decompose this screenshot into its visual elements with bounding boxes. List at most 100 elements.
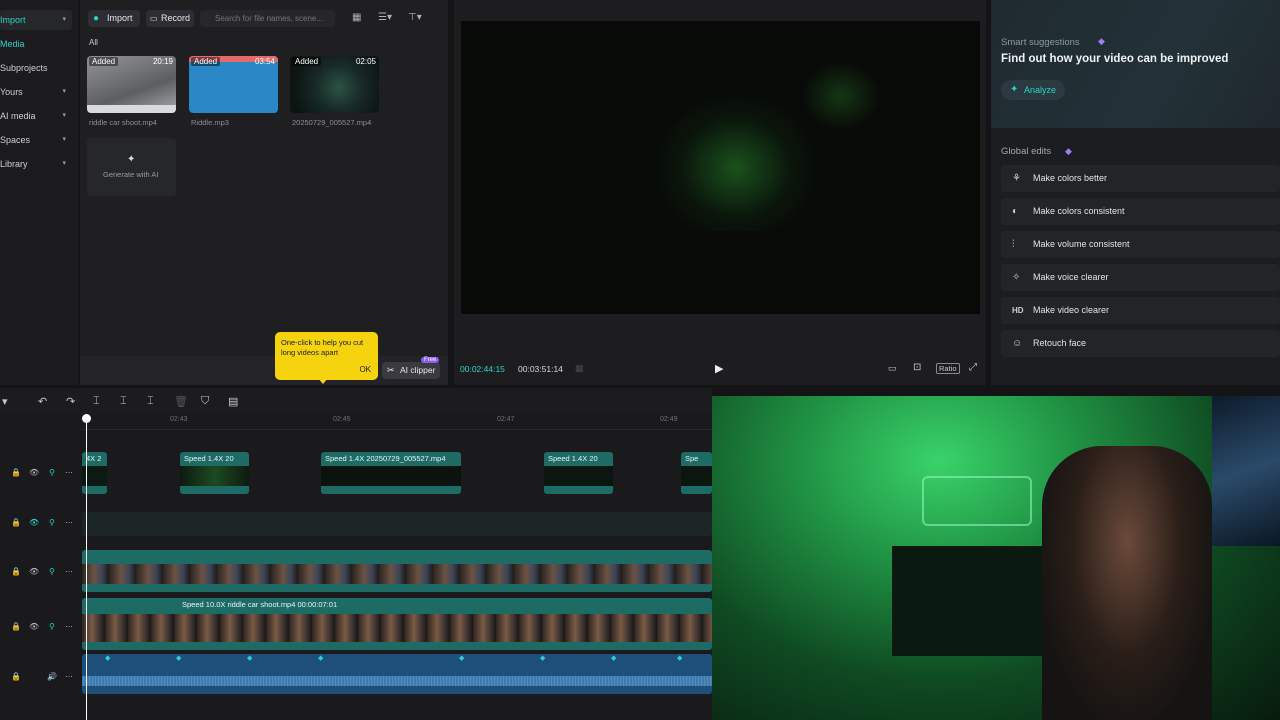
sidebar-item-label: Media [0, 39, 25, 49]
lock-icon[interactable]: 🔒 [11, 567, 21, 576]
ratio-button[interactable]: Ratio [936, 363, 960, 374]
more-icon[interactable]: ⋯ [65, 468, 73, 477]
grid-view-icon[interactable]: ▦ [352, 12, 361, 23]
make-voice-clearer-button[interactable]: ✧ Make voice clearer [1001, 264, 1280, 291]
generate-with-ai-card[interactable]: ✦ Generate with AI [87, 138, 176, 196]
eye-icon[interactable]: 👁 [29, 518, 39, 527]
undo-icon[interactable]: ↶ [38, 395, 47, 408]
timeline-video-clip[interactable] [82, 550, 712, 592]
smart-suggestions-heading: Find out how your video can be improved [1001, 53, 1229, 65]
thumb-duration: 20:19 [152, 57, 173, 66]
search-input[interactable] [200, 10, 335, 27]
tooltip-ok-button[interactable]: OK [359, 365, 371, 374]
make-colors-better-button[interactable]: ⚘ Make colors better [1001, 165, 1280, 192]
timeline-mode-icon[interactable]: ▦ [575, 363, 584, 374]
sidebar-item-ai-media[interactable]: AI media ▾ [0, 106, 72, 126]
playhead[interactable] [86, 414, 87, 720]
record-button[interactable]: ▭ Record [146, 10, 194, 27]
link-icon[interactable]: ⚲ [49, 622, 55, 631]
chevron-down-icon: ▾ [62, 88, 66, 95]
make-colors-consistent-button[interactable]: ◐ Make colors consistent [1001, 198, 1280, 225]
clip-label: Spe [685, 454, 699, 463]
clip-label: Speed 1.4X 20250729_005527.mp4 [325, 454, 446, 463]
split-icon[interactable]: ⌶ [93, 395, 100, 408]
filter-all-label[interactable]: All [89, 38, 98, 47]
redo-icon[interactable]: ↷ [66, 395, 75, 408]
playhead-handle[interactable] [82, 414, 91, 423]
lock-icon[interactable]: 🔒 [11, 518, 21, 527]
analyze-label: Analyze [1024, 85, 1057, 95]
lock-icon[interactable]: 🔒 [11, 468, 21, 477]
media-thumb-riddle-mp3[interactable]: Added 03:54 [189, 56, 278, 113]
global-edits-title: Global edits [1001, 146, 1052, 157]
video-canvas[interactable] [461, 21, 980, 314]
edit-label: Make voice clearer [1033, 272, 1109, 282]
more-icon[interactable]: ⋯ [65, 567, 73, 576]
caption-icon[interactable]: ▤ [228, 395, 238, 408]
ai-clipper-button[interactable]: ✂ AI clipper [382, 362, 440, 379]
clip-thumbnail-strip [82, 614, 712, 642]
timeline-clip-dark[interactable] [82, 512, 712, 536]
expand-icon[interactable]: ⤢ [969, 362, 977, 373]
sparkle-icon: ✦ [1010, 84, 1019, 95]
chevron-down-icon: ▾ [62, 160, 66, 167]
sidebar-item-media[interactable]: Media [0, 34, 72, 54]
smart-suggestions-title: Smart suggestions [1001, 37, 1080, 48]
import-button[interactable]: ● Import [88, 10, 140, 27]
fullscreen-preview-icon[interactable]: ▭ [888, 363, 897, 374]
sort-icon[interactable]: ☰▾ [378, 12, 392, 23]
clip-label: 4X 2 [86, 454, 102, 463]
retouch-face-button[interactable]: ☺ Retouch face [1001, 330, 1280, 357]
more-icon[interactable]: ⋯ [65, 672, 73, 681]
lock-icon[interactable]: 🔒 [11, 622, 21, 631]
link-icon[interactable]: ⚲ [49, 518, 55, 527]
ruler-tick-label: 02:43 [170, 416, 188, 423]
timeline-main-clip[interactable]: Speed 10.0X riddle car shoot.mp4 00:00:0… [82, 598, 712, 650]
speaker-icon[interactable]: 🔊 [47, 672, 57, 681]
make-video-clearer-button[interactable]: HD Make video clearer [1001, 297, 1280, 324]
eye-icon[interactable]: 👁 [29, 622, 39, 631]
timeline-clip[interactable]: Speed 1.4X 20 [544, 452, 613, 494]
trim-left-icon[interactable]: ⌶ [120, 395, 127, 408]
link-icon[interactable]: ⚲ [49, 468, 55, 477]
sidebar-item-label: Yours [0, 87, 23, 97]
filter-icon[interactable]: ⊤▾ [408, 12, 422, 23]
video-frame-glow-2 [801, 61, 881, 131]
zoom-fit-icon[interactable]: ⊡ [913, 362, 921, 373]
make-volume-consistent-button[interactable]: ⫶ Make volume consistent [1001, 231, 1280, 258]
sparkle-plus-icon: ✦ [127, 154, 136, 165]
shield-icon[interactable]: ⛉ [201, 395, 209, 408]
timeline-clip[interactable]: Spe [681, 452, 712, 494]
record-icon: ▭ [150, 14, 158, 23]
media-thumb-20250729[interactable]: Added 02:05 [290, 56, 379, 113]
more-icon[interactable]: ⋯ [65, 518, 73, 527]
sidebar-item-library[interactable]: Library ▾ [0, 154, 72, 174]
link-icon[interactable]: ⚲ [49, 567, 55, 576]
sidebar-item-yours[interactable]: Yours ▾ [0, 82, 72, 102]
more-icon[interactable]: ⋯ [65, 622, 73, 631]
beat-marker: ◆ [105, 655, 111, 662]
media-thumb-riddle-car-shoot[interactable]: Added 20:19 [87, 56, 176, 113]
eye-icon[interactable]: 👁 [29, 468, 39, 477]
sidebar-item-subprojects[interactable]: Subprojects [0, 58, 72, 78]
total-timecode: 00:03:51:14 [518, 364, 563, 374]
lock-icon[interactable]: 🔒 [11, 672, 21, 681]
webcam-person [1042, 446, 1212, 720]
sidebar-item-label: AI media [0, 111, 36, 121]
timeline-clip[interactable]: Speed 1.4X 20 [180, 452, 249, 494]
select-tool-chevron-icon[interactable]: ▾ [2, 395, 8, 408]
beat-marker: ◆ [247, 655, 253, 662]
delete-icon[interactable]: 🗑 [174, 395, 188, 408]
sidebar-item-spaces[interactable]: Spaces ▾ [0, 130, 72, 150]
analyze-button[interactable]: ✦ Analyze [1001, 80, 1065, 100]
ai-clipper-tooltip: One-click to help you cut long videos ap… [275, 332, 378, 380]
timeline-clip[interactable]: Speed 1.4X 20250729_005527.mp4 [321, 452, 461, 494]
play-icon[interactable]: ▶ [715, 362, 723, 375]
chevron-down-icon: ▾ [62, 136, 66, 143]
sidebar-item-label: Import [0, 15, 26, 25]
trim-right-icon[interactable]: ⌶ [147, 395, 154, 408]
eye-icon[interactable]: 👁 [29, 567, 39, 576]
scissors-icon: ✂ [387, 365, 395, 375]
thumb-caption: Riddle.mp3 [191, 118, 229, 127]
sidebar-item-import[interactable]: Import ▾ [0, 10, 72, 30]
